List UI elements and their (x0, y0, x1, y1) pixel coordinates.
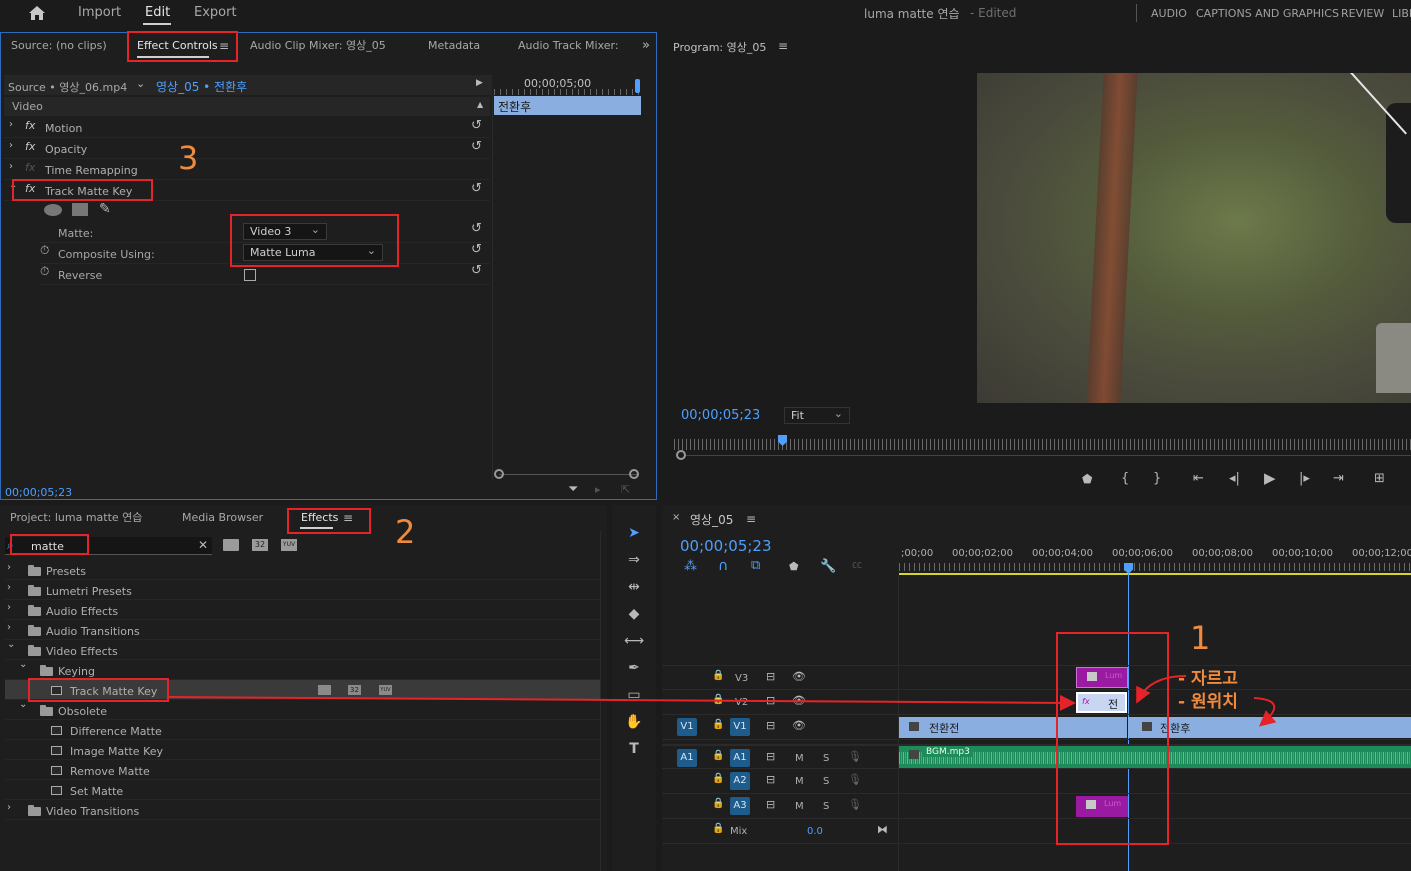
annotation-arrows (168, 675, 1277, 727)
